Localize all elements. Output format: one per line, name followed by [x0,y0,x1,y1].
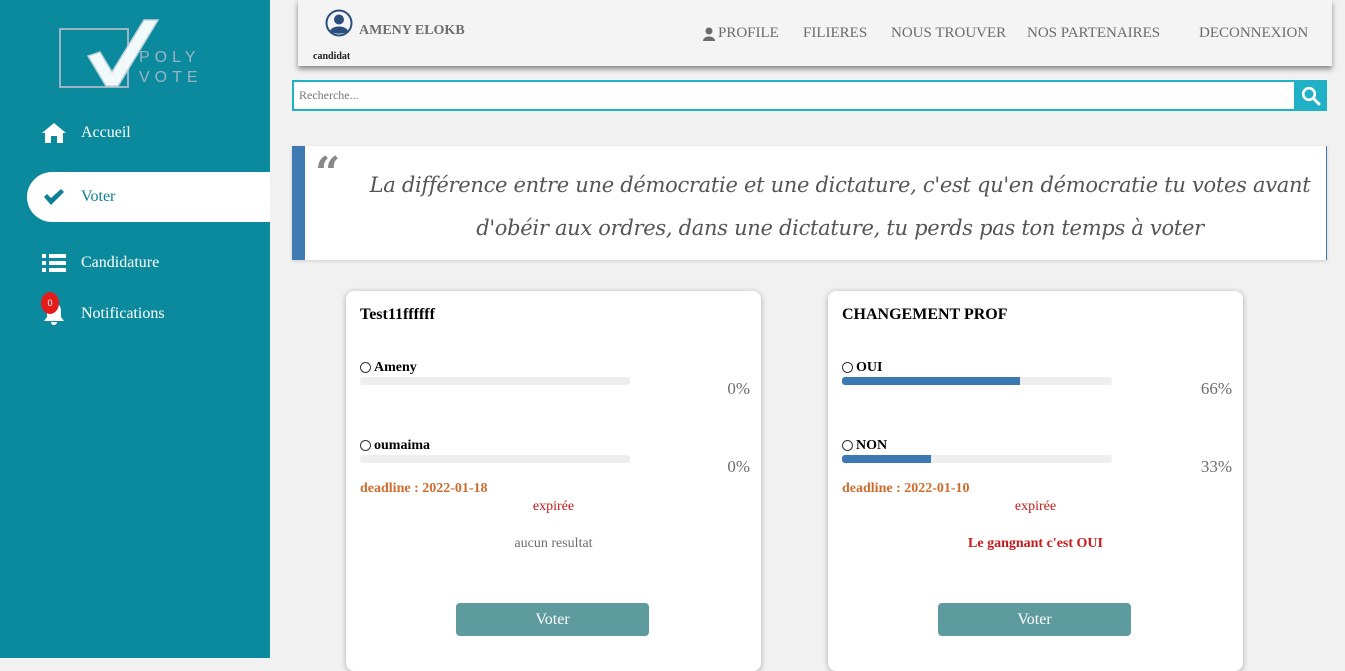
sidebar-item-label: Accueil [81,124,131,141]
quote-mark-icon: “ [315,148,341,199]
quote-text: La différence entre une démocratie et un… [369,173,1311,240]
option-radio[interactable] [842,440,853,451]
option-percent: 0% [727,379,750,398]
poll-result: Le gangnant c'est OUI [968,536,1103,551]
sidebar: POLY VOTE Accueil Voter Candidature 0 No… [0,0,270,658]
poll-option: oumaima 0% [360,438,750,478]
nav-filieres-link[interactable]: FILIERES [803,25,867,42]
poll-deadline: deadline : 2022-01-10 [842,481,970,496]
nav-nous-trouver-link[interactable]: NOUS TROUVER [891,25,1006,42]
logo-word-1: POLY [139,49,201,66]
poll-option: NON 33% [842,438,1232,478]
option-label: NON [856,438,888,453]
option-progress-bar [842,455,1112,463]
bell-icon: 0 [27,292,81,326]
sidebar-item-label: Voter [81,188,116,205]
option-label: oumaima [374,438,430,453]
sidebar-item-notifications[interactable]: 0 Notifications [27,289,270,339]
nav-profile-label: PROFILE [718,25,779,41]
poll-status: expirée [532,499,575,514]
sidebar-item-label: Notifications [81,305,165,322]
option-percent: 66% [1200,379,1232,398]
poll-result: aucun resultat [514,536,593,551]
poll-card: Test11ffffff Ameny 0% oumaima 0% deadlin… [346,291,761,671]
check-icon [27,188,81,206]
user-role: candidat [313,51,351,62]
option-label: Ameny [374,360,417,375]
search-bar [292,80,1327,111]
user-name: AMENY ELOKB [359,23,465,38]
option-progress-bar [360,455,630,463]
search-input[interactable] [292,80,1296,111]
poll-option: OUI 66% [842,360,1232,400]
user-avatar-icon[interactable] [325,9,353,42]
sidebar-item-voter[interactable]: Voter [27,172,270,222]
poll-deadline: deadline : 2022-01-18 [360,481,488,496]
option-radio[interactable] [360,440,371,451]
search-button[interactable] [1294,80,1327,111]
poll-card: CHANGEMENT PROF OUI 66% NON 33% deadline… [828,291,1243,671]
sidebar-item-accueil[interactable]: Accueil [27,108,270,158]
option-radio[interactable] [360,362,371,373]
nav-profile-link[interactable]: PROFILE [703,25,779,42]
logo-word-2: VOTE [139,69,203,86]
option-label: OUI [856,360,883,375]
option-progress-bar [842,377,1112,385]
vote-button[interactable]: Voter [456,603,649,636]
app-logo[interactable]: POLY VOTE [56,14,216,94]
list-icon [27,253,81,273]
option-percent: 33% [1200,457,1232,476]
option-progress-bar [360,377,630,385]
vote-button[interactable]: Voter [938,603,1131,636]
poll-status: expirée [1014,499,1057,514]
top-navbar: AMENY ELOKB candidat PROFILE FILIERES NO… [298,0,1332,66]
option-percent: 0% [727,457,750,476]
nav-partenaires-link[interactable]: NOS PARTENAIRES [1027,25,1160,42]
user-icon [703,27,715,41]
quote-block: “ La différence entre une démocratie et … [292,146,1327,260]
nav-deconnexion-link[interactable]: DECONNEXION [1199,25,1308,42]
option-radio[interactable] [842,362,853,373]
sidebar-item-label: Candidature [81,254,160,271]
search-icon [1301,86,1320,105]
notification-badge: 0 [41,292,59,314]
poll-title: CHANGEMENT PROF [842,306,1008,323]
poll-title: Test11ffffff [360,306,435,323]
poll-option: Ameny 0% [360,360,750,400]
sidebar-item-candidature[interactable]: Candidature [27,238,270,288]
home-icon [27,122,81,144]
